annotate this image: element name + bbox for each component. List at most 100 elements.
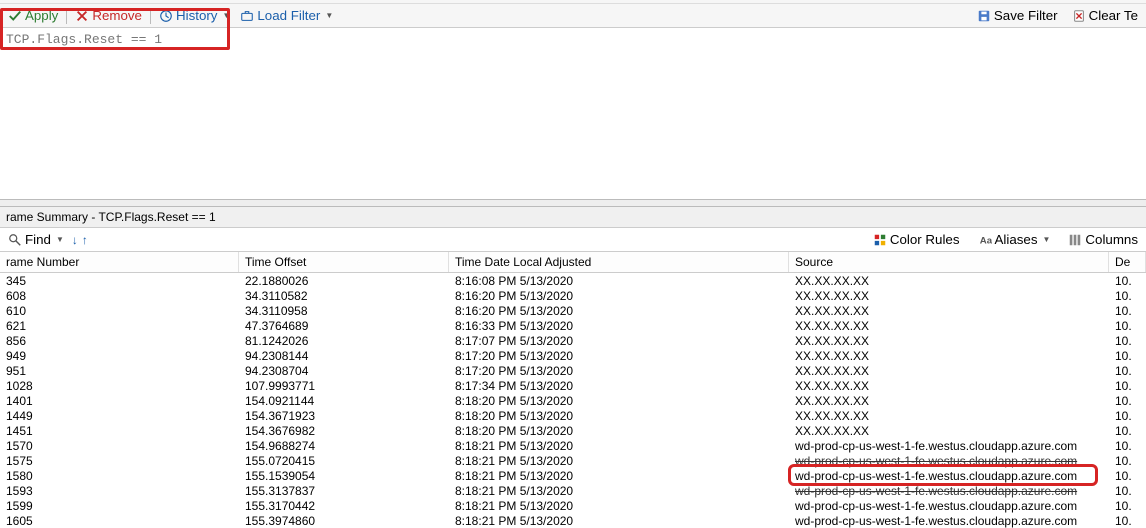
col-dest[interactable]: De [1109,252,1146,272]
remove-icon [75,9,89,23]
color-rules-button[interactable]: Color Rules [869,230,964,249]
col-time-offset[interactable]: Time Offset [239,252,449,272]
find-icon [8,233,22,247]
table-row[interactable]: 1451154.36769828:18:20 PM 5/13/2020XX.XX… [0,423,1146,438]
cell-source: wd-prod-cp-us-west-1-fe.westus.cloudapp.… [789,453,1109,468]
remove-button[interactable]: Remove [71,6,146,25]
aliases-button[interactable]: Aa Aliases ▼ [974,230,1055,249]
cell-frame: 951 [0,363,239,378]
cell-frame: 1605 [0,513,239,528]
cell-frame: 1028 [0,378,239,393]
load-filter-button[interactable]: Load Filter ▼ [236,6,337,25]
cell-offset: 155.3974860 [239,513,449,528]
cell-time: 8:18:21 PM 5/13/2020 [449,453,789,468]
cell-source: XX.XX.XX.XX [789,378,1109,393]
cell-frame: 1593 [0,483,239,498]
table-row[interactable]: 1575155.07204158:18:21 PM 5/13/2020wd-pr… [0,453,1146,468]
right-toolbar: Save Filter Clear Te [973,6,1142,25]
chevron-down-icon: ▼ [56,235,64,244]
find-next-down-button[interactable]: ↓ [72,233,78,247]
table-row[interactable]: 1570154.96882748:18:21 PM 5/13/2020wd-pr… [0,438,1146,453]
cell-offset: 155.1539054 [239,468,449,483]
cell-time: 8:18:21 PM 5/13/2020 [449,483,789,498]
cell-dest: 10. [1109,393,1146,408]
cell-time: 8:17:34 PM 5/13/2020 [449,378,789,393]
table-row[interactable]: 1401154.09211448:18:20 PM 5/13/2020XX.XX… [0,393,1146,408]
table-row[interactable]: 61034.31109588:16:20 PM 5/13/2020XX.XX.X… [0,303,1146,318]
cell-offset: 22.1880026 [239,273,449,288]
save-filter-label: Save Filter [994,8,1058,23]
clear-button[interactable]: Clear Te [1068,6,1142,25]
history-icon [159,9,173,23]
columns-button[interactable]: Columns [1064,230,1142,249]
table-row[interactable]: 34522.18800268:16:08 PM 5/13/2020XX.XX.X… [0,273,1146,288]
table-row[interactable]: 1599155.31704428:18:21 PM 5/13/2020wd-pr… [0,498,1146,513]
load-filter-label: Load Filter [257,8,320,23]
cell-source: wd-prod-cp-us-west-1-fe.westus.cloudapp.… [789,513,1109,528]
chevron-down-icon: ▼ [325,11,333,20]
col-frame-number[interactable]: rame Number [0,252,239,272]
cell-source: XX.XX.XX.XX [789,273,1109,288]
cell-offset: 154.3671923 [239,408,449,423]
cell-offset: 94.2308144 [239,348,449,363]
cell-offset: 34.3110582 [239,288,449,303]
aliases-label: Aliases [995,232,1038,247]
cell-dest: 10. [1109,318,1146,333]
cell-frame: 856 [0,333,239,348]
table-row[interactable]: 1580155.15390548:18:21 PM 5/13/2020wd-pr… [0,468,1146,483]
cell-dest: 10. [1109,348,1146,363]
cell-offset: 154.9688274 [239,438,449,453]
cell-source: XX.XX.XX.XX [789,423,1109,438]
filter-input-container [0,28,1146,51]
table-row[interactable]: 94994.23081448:17:20 PM 5/13/2020XX.XX.X… [0,348,1146,363]
grid-body[interactable]: 34522.18800268:16:08 PM 5/13/2020XX.XX.X… [0,273,1146,528]
table-row[interactable]: 1028107.99937718:17:34 PM 5/13/2020XX.XX… [0,378,1146,393]
cell-dest: 10. [1109,363,1146,378]
remove-label: Remove [92,8,142,23]
clear-label: Clear Te [1089,8,1138,23]
cell-time: 8:18:21 PM 5/13/2020 [449,498,789,513]
cell-dest: 10. [1109,468,1146,483]
table-row[interactable]: 1593155.31378378:18:21 PM 5/13/2020wd-pr… [0,483,1146,498]
cell-source: wd-prod-cp-us-west-1-fe.westus.cloudapp.… [789,438,1109,453]
cell-dest: 10. [1109,303,1146,318]
table-row[interactable]: 85681.12420268:17:07 PM 5/13/2020XX.XX.X… [0,333,1146,348]
save-icon [977,9,991,23]
filter-editor-area[interactable] [0,51,1146,199]
cell-source: XX.XX.XX.XX [789,348,1109,363]
cell-offset: 81.1242026 [239,333,449,348]
col-time-date[interactable]: Time Date Local Adjusted [449,252,789,272]
cell-time: 8:18:21 PM 5/13/2020 [449,438,789,453]
col-source[interactable]: Source [789,252,1109,272]
chevron-down-icon: ▼ [222,11,230,20]
history-button[interactable]: History ▼ [155,6,234,25]
cell-dest: 10. [1109,438,1146,453]
cell-time: 8:18:21 PM 5/13/2020 [449,513,789,528]
splitter[interactable] [0,199,1146,207]
table-row[interactable]: 62147.37646898:16:33 PM 5/13/2020XX.XX.X… [0,318,1146,333]
table-row[interactable]: 95194.23087048:17:20 PM 5/13/2020XX.XX.X… [0,363,1146,378]
cell-dest: 10. [1109,408,1146,423]
cell-frame: 1401 [0,393,239,408]
cell-time: 8:16:08 PM 5/13/2020 [449,273,789,288]
cell-time: 8:16:20 PM 5/13/2020 [449,303,789,318]
cell-dest: 10. [1109,288,1146,303]
cell-frame: 1599 [0,498,239,513]
cell-frame: 345 [0,273,239,288]
find-button[interactable]: Find ▼ [4,230,68,249]
cell-dest: 10. [1109,513,1146,528]
apply-button[interactable]: Apply [4,6,62,25]
filter-expression-input[interactable] [2,30,1144,49]
table-row[interactable]: 1449154.36719238:18:20 PM 5/13/2020XX.XX… [0,408,1146,423]
cell-dest: 10. [1109,423,1146,438]
cell-time: 8:18:20 PM 5/13/2020 [449,423,789,438]
load-filter-icon [240,9,254,23]
cell-source: wd-prod-cp-us-west-1-fe.westus.cloudapp.… [789,468,1109,483]
table-row[interactable]: 1605155.39748608:18:21 PM 5/13/2020wd-pr… [0,513,1146,528]
svg-text:Aa: Aa [979,235,991,246]
save-filter-button[interactable]: Save Filter [973,6,1062,25]
table-row[interactable]: 60834.31105828:16:20 PM 5/13/2020XX.XX.X… [0,288,1146,303]
cell-offset: 154.0921144 [239,393,449,408]
find-next-up-button[interactable]: ↑ [82,233,88,247]
cell-source: wd-prod-cp-us-west-1-fe.westus.cloudapp.… [789,498,1109,513]
